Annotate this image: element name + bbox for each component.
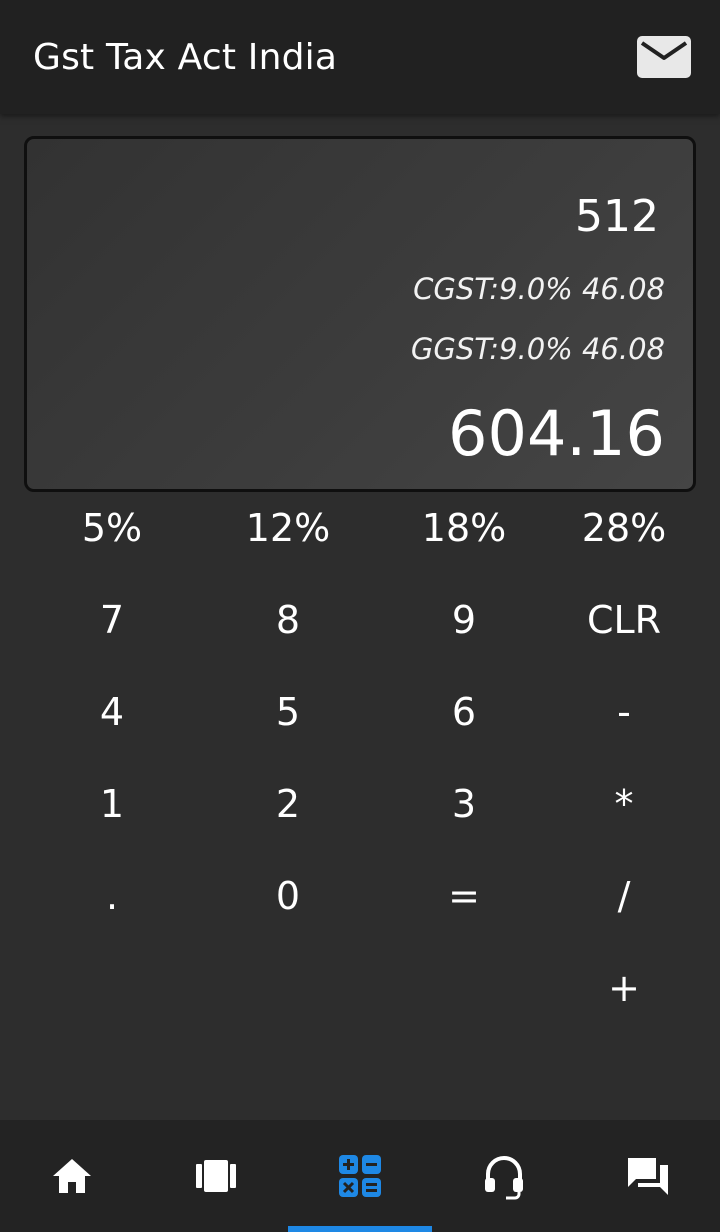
rate-18-button[interactable]: 18% xyxy=(394,493,534,563)
digit-2-button[interactable]: 2 xyxy=(218,769,358,839)
nav-support[interactable] xyxy=(432,1120,576,1232)
app-bar: Gst Tax Act India xyxy=(0,0,720,114)
rate-28-button[interactable]: 28% xyxy=(554,493,694,563)
minus-button[interactable]: - xyxy=(554,677,694,747)
nav-home[interactable] xyxy=(0,1120,144,1232)
carousel-icon xyxy=(196,1160,236,1192)
digit-0-button[interactable]: 0 xyxy=(218,861,358,931)
plus-button[interactable]: + xyxy=(554,953,694,1023)
digit-4-button[interactable]: 4 xyxy=(42,677,182,747)
digit-9-button[interactable]: 9 xyxy=(394,585,534,655)
digit-1-button[interactable]: 1 xyxy=(42,769,182,839)
input-value: 512 xyxy=(575,191,659,242)
calculator-display: 512 CGST:9.0% 46.08 GGST:9.0% 46.08 604.… xyxy=(24,136,696,492)
sgst-line: GGST:9.0% 46.08 xyxy=(410,332,665,366)
mail-icon xyxy=(637,36,691,78)
mail-button[interactable] xyxy=(632,30,696,84)
chat-icon xyxy=(628,1158,668,1195)
nav-calculator[interactable] xyxy=(288,1120,432,1232)
calculator-icon xyxy=(339,1155,381,1197)
cgst-line: CGST:9.0% 46.08 xyxy=(413,272,665,306)
divide-button[interactable]: / xyxy=(554,861,694,931)
headset-icon xyxy=(485,1156,523,1200)
digit-6-button[interactable]: 6 xyxy=(394,677,534,747)
nav-carousel[interactable] xyxy=(144,1120,288,1232)
clear-button[interactable]: CLR xyxy=(554,585,694,655)
equals-button[interactable]: = xyxy=(394,861,534,931)
rate-12-button[interactable]: 12% xyxy=(218,493,358,563)
total-value: 604.16 xyxy=(448,397,665,470)
nav-forum[interactable] xyxy=(576,1120,720,1232)
home-icon xyxy=(53,1159,91,1193)
digit-7-button[interactable]: 7 xyxy=(42,585,182,655)
bottom-navigation xyxy=(0,1120,720,1232)
multiply-button[interactable]: * xyxy=(554,769,694,839)
digit-8-button[interactable]: 8 xyxy=(218,585,358,655)
decimal-button[interactable]: . xyxy=(42,861,182,931)
active-tab-indicator xyxy=(288,1226,432,1232)
digit-3-button[interactable]: 3 xyxy=(394,769,534,839)
app-title: Gst Tax Act India xyxy=(33,37,338,78)
digit-5-button[interactable]: 5 xyxy=(218,677,358,747)
rate-5-button[interactable]: 5% xyxy=(42,493,182,563)
